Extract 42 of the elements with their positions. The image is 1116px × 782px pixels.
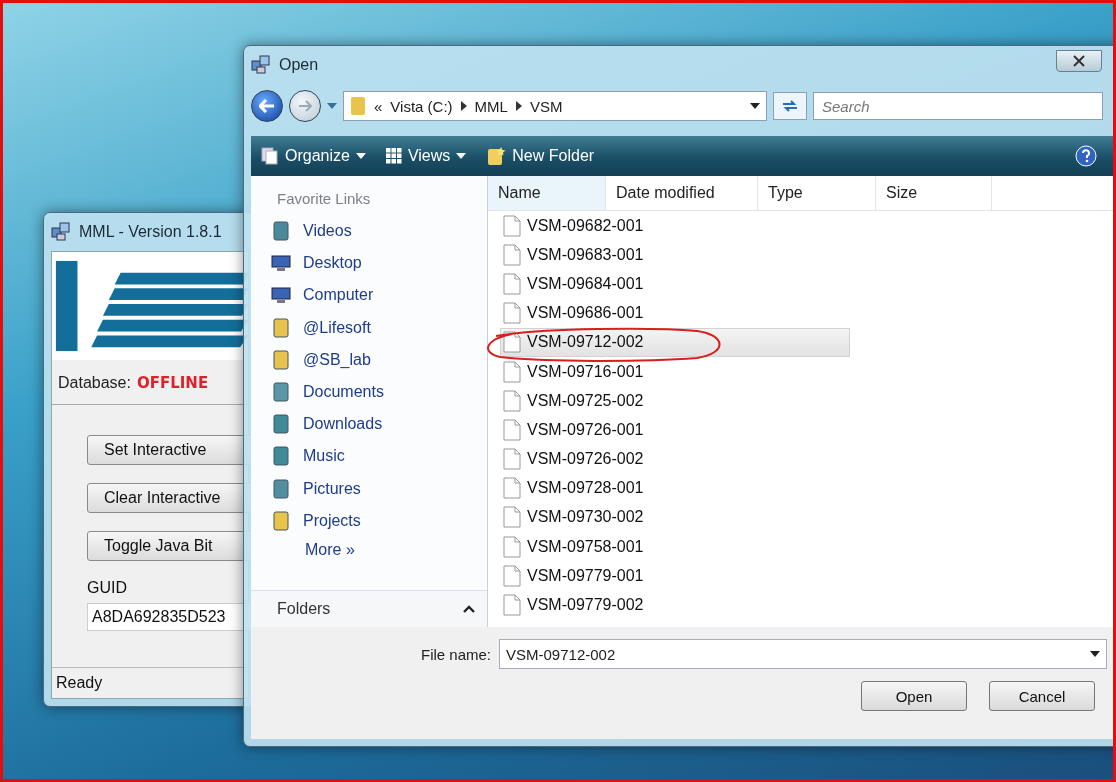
file-row[interactable]: VSM-09758-001 [500, 532, 850, 562]
breadcrumb-item[interactable]: MML [474, 97, 508, 115]
folders-bar[interactable]: Folders [251, 590, 487, 627]
file-name-label: File name: [421, 645, 492, 663]
favorite-link[interactable]: Documents [251, 375, 487, 409]
breadcrumb-item[interactable]: VSM [529, 97, 563, 115]
file-row[interactable]: VSM-09730-002 [500, 502, 850, 533]
dialog-title: Open [279, 56, 319, 74]
file-row[interactable]: VSM-09716-001 [500, 356, 850, 387]
favorite-link[interactable]: Computer [251, 279, 487, 312]
favorite-link[interactable]: @Lifesoft [251, 311, 487, 344]
favorite-links-heading: Favorite Links [276, 189, 372, 209]
address-bar[interactable]: « Vista (C:) MML VSM [343, 91, 767, 121]
file-row[interactable]: VSM-09683-001 [500, 240, 850, 270]
file-row[interactable]: VSM-09684-001 [500, 269, 850, 299]
toolbar-button[interactable]: Views [385, 147, 467, 165]
favorite-link[interactable]: Videos [251, 215, 487, 248]
file-row[interactable]: VSM-09779-002 [500, 590, 850, 620]
window-title: MML - Version 1.8.1 [79, 223, 222, 241]
database-label: Database: [58, 374, 131, 392]
file-row[interactable]: VSM-09682-001 [500, 211, 850, 241]
column-header[interactable]: Name [488, 176, 606, 210]
breadcrumb-item[interactable]: « [374, 97, 383, 115]
file-row[interactable]: VSM-09725-002 [500, 386, 850, 416]
folders-label: Folders [277, 600, 331, 618]
guid-label: GUID [87, 579, 128, 597]
file-row[interactable]: VSM-09726-002 [500, 444, 850, 474]
file-row[interactable]: VSM-09686-001 [500, 298, 850, 328]
file-name-field[interactable]: VSM-09712-002 [499, 639, 1108, 669]
toolbar-button[interactable]: New Folder [486, 146, 595, 166]
favorite-link[interactable]: Desktop [251, 247, 487, 280]
dialog-button[interactable]: Cancel [989, 681, 1095, 711]
file-row[interactable]: VSM-09726-001 [500, 415, 850, 445]
favorite-link[interactable]: @SB_lab [251, 343, 487, 376]
toolbar-button[interactable]: Organize [261, 147, 366, 165]
file-row[interactable]: VSM-09779-001 [500, 561, 850, 591]
file-row[interactable]: VSM-09712-002 [500, 327, 850, 357]
database-status: OFFLINE [136, 374, 209, 392]
file-row[interactable]: VSM-09728-001 [500, 473, 850, 503]
dialog-button[interactable]: Open [861, 681, 967, 711]
search-field[interactable]: Search [813, 92, 1103, 120]
breadcrumb-item[interactable]: Vista (C:) [390, 97, 453, 115]
